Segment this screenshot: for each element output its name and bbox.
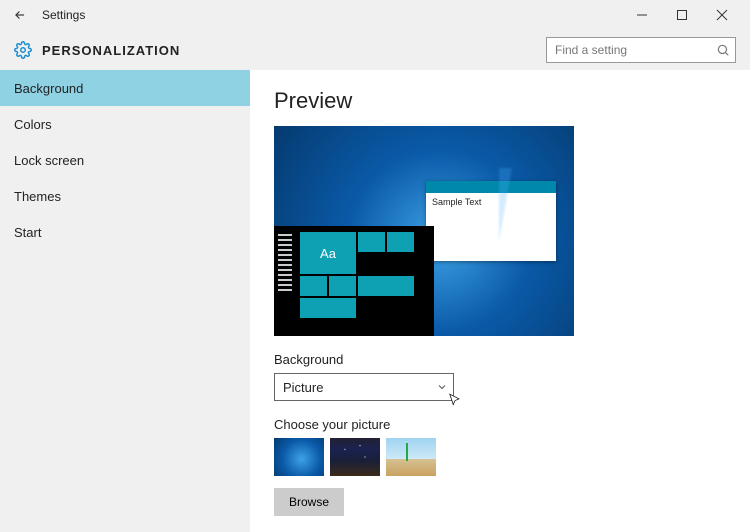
- close-button[interactable]: [702, 1, 742, 29]
- sidebar-item-lock-screen[interactable]: Lock screen: [0, 142, 250, 178]
- tile: [358, 276, 414, 296]
- sidebar-item-background[interactable]: Background: [0, 70, 250, 106]
- tile: [358, 232, 385, 252]
- tile-sample-text: Aa: [300, 232, 356, 274]
- sample-window-text: Sample Text: [426, 193, 556, 211]
- minimize-icon: [636, 9, 648, 21]
- search-wrap: [546, 37, 736, 63]
- start-tiles-mock: Aa: [296, 226, 434, 336]
- back-button[interactable]: [8, 8, 32, 22]
- background-select[interactable]: Picture: [274, 373, 454, 401]
- sidebar: Background Colors Lock screen Themes Sta…: [0, 70, 250, 532]
- section-title: PERSONALIZATION: [42, 43, 180, 58]
- sidebar-item-label: Start: [14, 225, 41, 240]
- maximize-icon: [676, 9, 688, 21]
- header: PERSONALIZATION: [0, 30, 750, 70]
- background-select-value: Picture: [283, 380, 323, 395]
- sidebar-item-themes[interactable]: Themes: [0, 178, 250, 214]
- preview-thumbnail: Sample Text Aa: [274, 126, 574, 336]
- maximize-button[interactable]: [662, 1, 702, 29]
- main-content: Preview Sample Text Aa: [250, 70, 750, 532]
- preview-heading: Preview: [274, 88, 726, 114]
- cursor-icon: [448, 391, 462, 409]
- background-label: Background: [274, 352, 726, 367]
- sidebar-item-label: Background: [14, 81, 83, 96]
- close-icon: [716, 9, 728, 21]
- sidebar-item-label: Lock screen: [14, 153, 84, 168]
- picture-thumb-3[interactable]: [386, 438, 436, 476]
- tile: [329, 276, 356, 296]
- picture-thumbnails: [274, 438, 726, 476]
- gear-icon: [14, 41, 32, 59]
- titlebar: Settings: [0, 0, 750, 30]
- browse-button[interactable]: Browse: [274, 488, 344, 516]
- picture-thumb-1[interactable]: [274, 438, 324, 476]
- tile: [300, 276, 327, 296]
- sample-window-titlebar: [426, 181, 556, 193]
- window-title: Settings: [42, 8, 85, 22]
- search-input[interactable]: [546, 37, 736, 63]
- start-menu-mock: Aa: [274, 226, 434, 336]
- sample-window: Sample Text: [426, 181, 556, 261]
- choose-picture-label: Choose your picture: [274, 417, 726, 432]
- sidebar-item-start[interactable]: Start: [0, 214, 250, 250]
- picture-thumb-2[interactable]: [330, 438, 380, 476]
- minimize-button[interactable]: [622, 1, 662, 29]
- sidebar-item-label: Colors: [14, 117, 52, 132]
- background-select-wrap: Picture: [274, 373, 454, 401]
- tile: [387, 232, 414, 252]
- arrow-left-icon: [13, 8, 27, 22]
- start-list-mock: [274, 226, 296, 336]
- sidebar-item-colors[interactable]: Colors: [0, 106, 250, 142]
- sidebar-item-label: Themes: [14, 189, 61, 204]
- tile: [300, 298, 356, 318]
